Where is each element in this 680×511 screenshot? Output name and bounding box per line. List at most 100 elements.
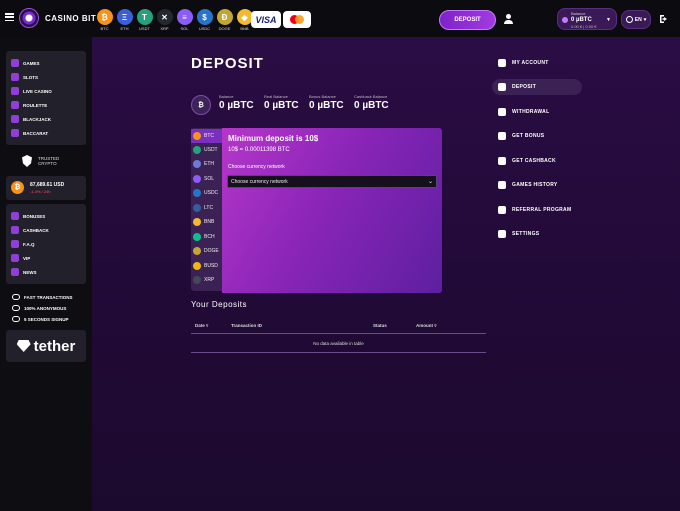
menu-my-account[interactable]: MY ACCOUNT <box>492 55 582 71</box>
btc-price-card[interactable]: ₿ 87,689.61 USD -1.4% / 24h <box>6 176 86 200</box>
balance-cell: Balance 0 µBTC <box>219 94 264 111</box>
sidebar-item-label: BONUSES <box>23 213 46 219</box>
coin-sol[interactable]: ≡ SOL <box>176 9 193 31</box>
sidebar-item-label: GAMES <box>23 60 40 66</box>
language-code: EN <box>634 16 642 23</box>
news-icon <box>11 268 19 276</box>
sidebar-item-label: CASHBACK <box>23 227 49 233</box>
menu-referral-program[interactable]: REFERRAL PROGRAM <box>492 202 582 218</box>
menu-get-cashback[interactable]: GET CASHBACK <box>492 153 582 169</box>
balance-summary: ₿ Balance 0 µBTC Real Balance 0 µBTC Bonus… <box>191 94 399 115</box>
menu-label: REFERRAL PROGRAM <box>512 207 572 213</box>
column-status[interactable]: Status <box>373 323 387 328</box>
network-select[interactable]: Choose currency network ⌄ <box>227 175 437 188</box>
currency-eth[interactable]: ETH <box>191 157 222 171</box>
column-transaction-id[interactable]: Transaction ID <box>231 323 262 328</box>
header-deposit-button[interactable]: DEPOSIT <box>439 10 496 30</box>
currency-usdc[interactable]: USDC <box>191 186 222 200</box>
currency-label: BCH <box>204 234 215 240</box>
currency-bnb[interactable]: BNB <box>191 215 222 229</box>
currency-busd[interactable]: BUSD <box>191 259 222 273</box>
sidebar-item-faq[interactable]: F.A.Q <box>11 240 35 248</box>
currency-xrp[interactable]: XRP <box>191 273 222 287</box>
clock-icon <box>12 316 20 322</box>
slots-icon <box>11 73 19 81</box>
wallet-icon <box>498 83 506 91</box>
page-title: DEPOSIT <box>191 55 264 72</box>
brand-name: CASINO BIT <box>45 13 97 23</box>
live-casino-icon <box>11 87 19 95</box>
column-amount[interactable]: Amount ▿ <box>416 323 437 329</box>
coin-label: BTC <box>100 26 109 31</box>
sidebar-item-live-casino[interactable]: LIVE CASINO <box>11 87 52 95</box>
withdraw-icon <box>498 108 506 116</box>
trusted-crypto-badge: TRUSTED CRYPTO <box>22 155 59 167</box>
currency-label: BUSD <box>204 263 218 269</box>
roulette-icon <box>11 101 19 109</box>
visa-logo[interactable]: VISA <box>251 11 281 28</box>
chevron-down-icon: ⌄ <box>427 179 433 185</box>
column-date[interactable]: Date ▿ <box>195 323 208 329</box>
sidebar-item-blackjack[interactable]: BLACKJACK <box>11 115 51 123</box>
language-selector[interactable]: EN ▾ <box>621 10 651 29</box>
coin-btc[interactable]: ₿ BTC <box>96 9 113 31</box>
btc-change: -1.4% / 24h <box>30 189 51 194</box>
logout-icon[interactable] <box>659 14 669 24</box>
coin-label: ETH <box>120 26 129 31</box>
btc-icon <box>193 132 201 140</box>
sol-icon: ≡ <box>176 9 193 25</box>
coin-xrp[interactable]: ✕ XRP <box>156 9 173 31</box>
sidebar-item-roulette[interactable]: ROULETTE <box>11 101 47 109</box>
user-icon[interactable] <box>503 14 513 25</box>
chevron-down-icon: ▾ <box>643 16 647 23</box>
coin-label: SOL <box>180 26 189 31</box>
balance-label: Cashback Balance <box>354 94 388 99</box>
sidebar-item-cashback[interactable]: CASHBACK <box>11 226 49 234</box>
coin-label: XRP <box>160 26 169 31</box>
menu-games-history[interactable]: GAMES HISTORY <box>492 177 582 193</box>
menu-deposit[interactable]: DEPOSIT <box>492 79 582 95</box>
currency-label: LTC <box>204 205 214 211</box>
currency-doge[interactable]: DOGE <box>191 244 222 258</box>
menu-get-bonus[interactable]: GET BONUS <box>492 128 582 144</box>
usdt-icon: T <box>136 9 153 25</box>
menu-settings[interactable]: SETTINGS <box>492 226 582 242</box>
sidebar-item-vip[interactable]: VIP <box>11 254 30 262</box>
sidebar-item-label: F.A.Q <box>23 241 35 247</box>
currency-sol[interactable]: SOL <box>191 172 222 186</box>
coin-eth[interactable]: Ξ ETH <box>116 9 133 31</box>
main-content: DEPOSIT ₿ Balance 0 µBTC Real Balance 0 µB… <box>92 37 680 511</box>
coin-usdc[interactable]: $ USDC <box>196 9 213 31</box>
sidebar-item-baccarat[interactable]: BACCARAT <box>11 129 48 137</box>
menu-icon[interactable] <box>5 13 14 21</box>
gear-icon <box>498 230 506 238</box>
balance-dropdown[interactable]: Balance 0 µBTC 0.00 ₤ | 0.00 € ▼ <box>557 8 617 30</box>
currency-usdt[interactable]: USDT <box>191 143 222 157</box>
sidebar-item-slots[interactable]: SLOTS <box>11 73 38 81</box>
doge-icon: Ð <box>216 9 233 25</box>
menu-label: GET BONUS <box>512 133 545 139</box>
sidebar-item-news[interactable]: NEWS <box>11 268 37 276</box>
balance-value: 0 µBTC <box>571 17 592 23</box>
currency-ltc[interactable]: LTC <box>191 201 222 215</box>
coin-doge[interactable]: Ð DOGE <box>216 9 233 31</box>
sidebar-item-games[interactable]: GAMES <box>11 59 40 67</box>
currency-bch[interactable]: BCH <box>191 230 222 244</box>
feature-label: 100% ANONYMOUS <box>24 305 67 311</box>
currency-btc[interactable]: BTC <box>191 129 222 143</box>
brand-logo[interactable]: CASINO BIT <box>19 8 96 28</box>
usdt-icon <box>193 146 201 154</box>
xrp-icon <box>193 276 201 284</box>
sidebar-item-bonuses[interactable]: BONUSES <box>11 212 45 220</box>
sidebar: GAMES SLOTS LIVE CASINO ROULETTE BLACKJA… <box>0 37 92 511</box>
currency-label: ETH <box>204 161 214 167</box>
balance-amount: 0 µBTC <box>309 100 344 111</box>
sidebar-item-label: ROULETTE <box>23 102 48 108</box>
btc-icon: ₿ <box>191 95 211 115</box>
ltc-icon <box>193 204 201 212</box>
mastercard-icon[interactable] <box>283 11 311 28</box>
coin-usdt[interactable]: T USDT <box>136 9 153 31</box>
menu-withdrawal[interactable]: WITHDRAWAL <box>492 104 582 120</box>
btc-price: 87,689.61 USD <box>30 182 65 188</box>
balance-amount: 0 µBTC <box>264 100 299 111</box>
